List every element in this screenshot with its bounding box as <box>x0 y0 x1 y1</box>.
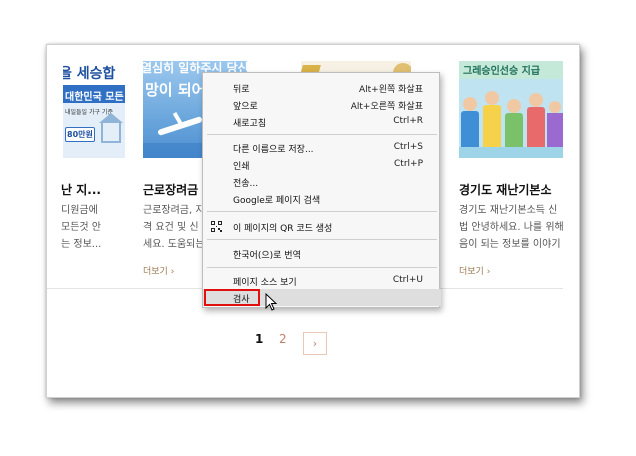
description-line: 디원금에 <box>61 205 98 216</box>
menu-item-view-source[interactable]: 페이지 소스 보기 Ctrl+U <box>203 272 441 289</box>
menu-item-translate[interactable]: 한국어(으)로 번역 <box>203 245 441 262</box>
menu-item-label: 새로고침 <box>233 119 267 129</box>
thumbnail-text: 그레승인선승 지급 <box>463 66 541 77</box>
screenshot-stage: 을 세승합 대한민국 모든 내일들일 가구 기준 80만원 난 지... 디원금… <box>0 0 636 456</box>
card-title-4[interactable]: 경기도 재난기본소 <box>459 181 552 198</box>
person-icon <box>529 93 543 107</box>
menu-item-back[interactable]: 뒤로 Alt+왼쪽 화살표 <box>203 79 441 96</box>
description-line: 법 안녕하세요. 나를 위해 <box>459 222 564 233</box>
chevron-right-icon: › <box>312 337 318 350</box>
next-page-button[interactable]: › <box>303 332 327 355</box>
menu-item-label: 뒤로 <box>233 85 250 95</box>
card-thumbnail-4[interactable]: 그레승인선승 지급 <box>459 61 563 158</box>
description-line: 경기도 재난기본소득 신 <box>459 205 558 216</box>
menu-item-forward[interactable]: 앞으로 Alt+오른쪽 화살표 <box>203 96 441 113</box>
chevron-right-icon: › <box>486 267 491 277</box>
menu-item-label: 이 페이지의 QR 코드 생성 <box>233 224 333 234</box>
menu-item-inspect[interactable]: 검사 <box>203 289 441 306</box>
thumbnail-band-text: 대한민국 모든 <box>65 92 124 103</box>
page-2-link[interactable]: 2 <box>279 332 287 346</box>
person-icon <box>485 91 499 105</box>
highlight-outline <box>204 289 260 306</box>
card-title-2[interactable]: 근로장려금 <box>143 181 198 198</box>
menu-item-google-search[interactable]: Google로 페이지 검색 <box>203 190 441 207</box>
card-title-1[interactable]: 난 지... <box>61 181 101 198</box>
menu-item-label: 검사 <box>233 295 250 305</box>
menu-separator <box>207 211 437 212</box>
menu-item-shortcut: Ctrl+S <box>393 142 423 152</box>
menu-separator <box>207 239 437 240</box>
menu-item-shortcut: Alt+오른쪽 화살표 <box>350 102 423 112</box>
person-icon <box>507 99 521 113</box>
qr-code-icon <box>211 221 222 232</box>
person-icon <box>463 97 477 111</box>
menu-item-qr-code[interactable]: 이 페이지의 QR 코드 생성 <box>203 218 441 235</box>
article-card-1[interactable]: 을 세승합 대한민국 모든 내일들일 가구 기준 80만원 난 지... 디원금… <box>61 61 125 250</box>
menu-item-cast[interactable]: 전송... <box>203 173 441 190</box>
description-line: 격 요건 및 신 <box>143 222 199 233</box>
menu-item-save-as[interactable]: 다른 이름으로 저장... Ctrl+S <box>203 139 441 156</box>
more-label: 더보기 <box>143 267 168 277</box>
menu-item-shortcut: Ctrl+U <box>392 275 423 285</box>
description-line: 모든것 안 <box>61 222 101 233</box>
menu-item-label: 앞으로 <box>233 102 258 112</box>
card-description-4: 경기도 재난기본소득 신 법 안녕하세요. 나를 위해 음이 되는 정보를 이야… <box>459 202 564 253</box>
description-line: 는 정보... <box>61 239 102 250</box>
menu-item-label: 페이지 소스 보기 <box>233 278 297 288</box>
menu-item-label: 다른 이름으로 저장... <box>233 145 314 155</box>
thumbnail-badge: 80만원 <box>67 130 93 139</box>
more-label: 더보기 <box>459 267 484 277</box>
menu-item-print[interactable]: 인쇄 Ctrl+P <box>203 156 441 173</box>
article-card-4[interactable]: 그레승인선승 지급 경기도 재난기본소 경기도 재난기본소득 신 법 안녕하세요… <box>459 61 564 277</box>
menu-item-shortcut: Ctrl+R <box>393 116 423 126</box>
description-line: 근로장려금, 지 <box>143 205 205 216</box>
card-description-1: 디원금에 모든것 안 는 정보... <box>61 202 101 253</box>
description-line: 음이 되는 정보를 이야기 <box>459 239 561 250</box>
page-1-link[interactable]: 1 <box>255 332 263 346</box>
thumbnail-text: 을 세승합 <box>63 66 116 82</box>
mouse-pointer-icon <box>265 293 278 311</box>
description-line: 세요. 도움되는 <box>143 239 205 250</box>
menu-item-shortcut: Alt+왼쪽 화살표 <box>359 85 423 95</box>
menu-item-reload[interactable]: 새로고침 Ctrl+R <box>203 113 441 130</box>
menu-item-label: 전송... <box>233 179 259 189</box>
card-description-2: 근로장려금, 지 격 요건 및 신 세요. 도움되는 <box>143 202 205 253</box>
card-thumbnail-1[interactable]: 을 세승합 대한민국 모든 내일들일 가구 기준 80만원 <box>63 61 125 158</box>
more-link-2[interactable]: 더보기 › <box>143 264 174 277</box>
menu-separator <box>207 267 437 268</box>
thumbnail-text: 망이 되어 <box>145 81 206 99</box>
menu-separator <box>207 134 437 135</box>
chevron-right-icon: › <box>170 267 175 277</box>
menu-item-label: Google로 페이지 검색 <box>233 196 321 206</box>
more-link-4[interactable]: 더보기 › <box>459 264 490 277</box>
context-menu: 뒤로 Alt+왼쪽 화살표 앞으로 Alt+오른쪽 화살표 새로고침 Ctrl+… <box>202 72 441 308</box>
menu-item-label: 인쇄 <box>233 162 250 172</box>
menu-item-label: 한국어(으)로 번역 <box>233 251 301 261</box>
menu-item-shortcut: Ctrl+P <box>394 159 423 169</box>
